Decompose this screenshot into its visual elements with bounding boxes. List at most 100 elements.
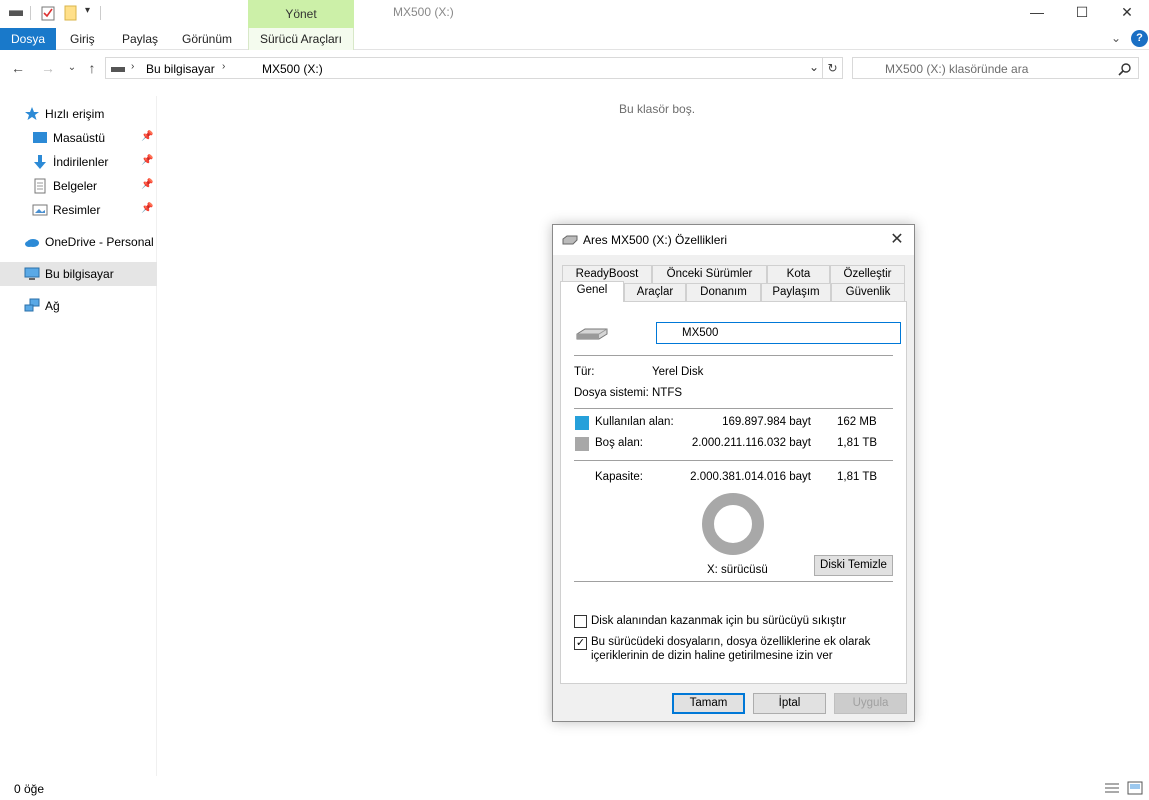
type-label: Tür:: [574, 366, 595, 378]
used-space-size: 162 MB: [837, 416, 877, 428]
search-icon[interactable]: [1118, 62, 1132, 76]
free-space-ring: [702, 493, 764, 555]
empty-folder-message: Bu klasör boş.: [619, 102, 696, 116]
filesystem-label: Dosya sistemi:: [574, 387, 649, 399]
computer-icon: [24, 267, 40, 280]
large-icons-view-icon[interactable]: [1127, 781, 1143, 795]
maximize-button[interactable]: ☐: [1059, 0, 1105, 26]
tab-manage[interactable]: Yönet: [248, 0, 354, 28]
sidebar-item-desktop[interactable]: Masaüstü 📌: [0, 126, 157, 150]
index-label-line2: içeriklerinin de dizin haline getirilmes…: [591, 650, 833, 662]
drive-letter-label: X: sürücüsü: [707, 564, 768, 576]
chevron-right-icon[interactable]: ›: [222, 61, 225, 72]
sidebar-item-this-pc[interactable]: Bu bilgisayar: [0, 262, 157, 286]
index-label-line1: Bu sürücüdeki dosyaların, dosya özellikl…: [591, 636, 871, 648]
expand-ribbon-icon[interactable]: ⌄: [1111, 31, 1121, 45]
index-checkbox[interactable]: ✓: [574, 637, 587, 650]
tab-drive-tools[interactable]: Sürücü Araçları: [248, 28, 354, 50]
filesystem-value: NTFS: [652, 387, 683, 399]
compress-label: Disk alanından kazanmak için bu sürücüyü…: [591, 615, 847, 627]
used-space-label: Kullanılan alan:: [595, 416, 674, 428]
drive-name-input[interactable]: [656, 322, 901, 344]
network-icon: [24, 298, 40, 312]
tab-share[interactable]: Paylaş: [122, 28, 158, 50]
star-icon: [25, 107, 39, 120]
free-space-swatch: [575, 437, 589, 451]
divider: [100, 6, 101, 20]
drive-icon: [576, 328, 608, 340]
pictures-icon: [32, 204, 48, 216]
status-bar: 0 öğe: [0, 778, 1149, 800]
drive-icon: [9, 10, 23, 16]
search-input[interactable]: MX500 (X:) klasöründe ara: [852, 57, 1139, 79]
divider: [574, 460, 893, 461]
divider: [574, 408, 893, 409]
ok-button[interactable]: Tamam: [672, 693, 745, 714]
title-bar: ▾ Yönet MX500 (X:) — ☐ ✕: [0, 0, 1149, 28]
apply-button[interactable]: Uygula: [834, 693, 907, 714]
drive-icon: [562, 235, 578, 245]
divider: [30, 6, 31, 20]
used-space-swatch: [575, 416, 589, 430]
tab-view[interactable]: Görünüm: [182, 28, 232, 50]
download-icon: [34, 155, 46, 169]
sidebar-item-network[interactable]: Ağ: [0, 294, 157, 318]
sidebar-item-label: Hızlı erişim: [45, 107, 105, 121]
sidebar-item-label: Bu bilgisayar: [45, 267, 114, 281]
compress-checkbox[interactable]: [574, 615, 587, 628]
new-folder-icon[interactable]: [63, 5, 79, 21]
sidebar-item-onedrive[interactable]: OneDrive - Personal: [0, 230, 157, 254]
tab-previous-versions[interactable]: Önceki Sürümler: [652, 265, 767, 283]
tab-quota[interactable]: Kota: [767, 265, 830, 283]
tab-security[interactable]: Güvenlik: [831, 283, 905, 301]
help-icon[interactable]: ?: [1131, 30, 1148, 47]
used-space-bytes: 169.897.984 bayt: [722, 416, 811, 428]
pin-icon: 📌: [141, 155, 154, 166]
close-button[interactable]: ✕: [1104, 0, 1149, 26]
tab-customize[interactable]: Özelleştir: [830, 265, 905, 283]
breadcrumb-drive[interactable]: MX500 (X:): [262, 62, 323, 76]
sidebar-item-documents[interactable]: Belgeler 📌: [0, 174, 157, 198]
forward-icon[interactable]: →: [38, 58, 58, 78]
up-icon[interactable]: ↑: [82, 58, 102, 78]
sidebar-item-label: Ağ: [45, 299, 60, 313]
tab-general[interactable]: Genel: [560, 281, 624, 302]
capacity-label: Kapasite:: [595, 471, 643, 483]
capacity-bytes: 2.000.381.014.016 bayt: [690, 471, 811, 483]
disk-usage-donut: [702, 493, 764, 555]
search-placeholder: MX500 (X:) klasöründe ara: [885, 62, 1029, 76]
dialog-title-bar: Ares MX500 (X:) Özellikleri ✕: [553, 225, 914, 255]
tab-tools[interactable]: Araçlar: [624, 283, 686, 301]
properties-icon[interactable]: [40, 5, 56, 21]
details-view-icon[interactable]: [1104, 781, 1120, 795]
tab-file[interactable]: Dosya: [0, 28, 56, 50]
cancel-button[interactable]: İptal: [753, 693, 826, 714]
recent-locations-icon[interactable]: ⌄: [62, 58, 82, 78]
sidebar-item-downloads[interactable]: İndirilenler 📌: [0, 150, 157, 174]
customize-quick-access-icon[interactable]: ▾: [85, 5, 90, 16]
address-row: ← → ⌄ ↑ › Bu bilgisayar › MX500 (X:) ⌄ ↻…: [0, 56, 1149, 82]
divider: [574, 581, 893, 582]
item-count: 0 öğe: [14, 782, 45, 796]
sidebar-item-pictures[interactable]: Resimler 📌: [0, 198, 157, 222]
tab-home[interactable]: Giriş: [70, 28, 95, 50]
tab-sharing[interactable]: Paylaşım: [761, 283, 831, 301]
sidebar-item-label: Resimler: [53, 203, 101, 217]
sidebar-item-quick-access[interactable]: Hızlı erişim: [0, 102, 157, 126]
sidebar-item-label: Belgeler: [53, 179, 98, 193]
chevron-down-icon[interactable]: ⌄: [809, 60, 819, 74]
chevron-right-icon[interactable]: ›: [131, 61, 134, 72]
navigation-pane: Hızlı erişim Masaüstü 📌 İndirilenler 📌 B…: [0, 96, 157, 776]
properties-dialog: Ares MX500 (X:) Özellikleri ✕ ReadyBoost…: [552, 224, 915, 722]
back-icon[interactable]: ←: [8, 58, 28, 78]
window-title: MX500 (X:): [393, 5, 454, 19]
refresh-button[interactable]: ↻: [823, 57, 843, 79]
tab-hardware[interactable]: Donanım: [686, 283, 761, 301]
disk-cleanup-button[interactable]: Diski Temizle: [814, 555, 893, 576]
breadcrumb-this-pc[interactable]: Bu bilgisayar: [146, 62, 215, 76]
address-bar[interactable]: › Bu bilgisayar › MX500 (X:) ⌄: [105, 57, 823, 79]
type-value: Yerel Disk: [652, 366, 704, 378]
minimize-button[interactable]: —: [1014, 0, 1060, 26]
dialog-close-button[interactable]: ✕: [886, 229, 908, 251]
pin-icon: 📌: [141, 203, 154, 214]
